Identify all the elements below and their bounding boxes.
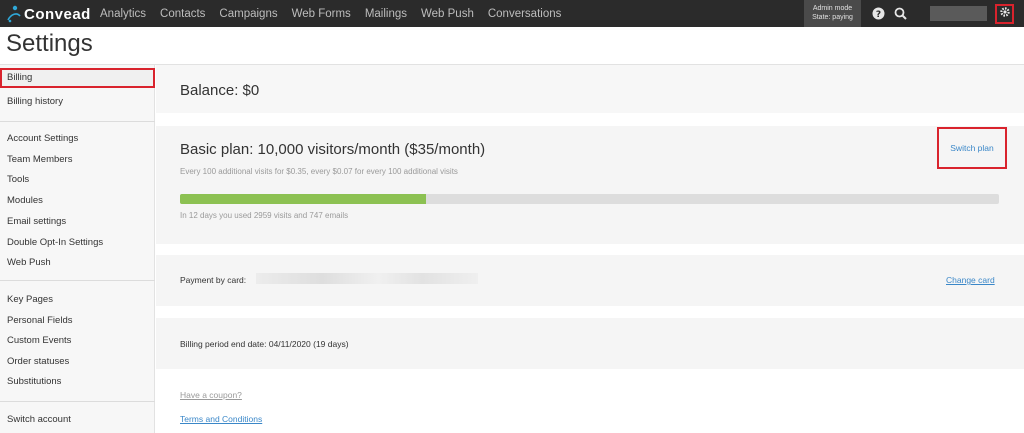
- sidebar-item-billing-history[interactable]: Billing history: [0, 92, 155, 112]
- admin-state-label: State: paying: [812, 14, 853, 21]
- plan-pricing-note: Every 100 additional visits for $0.35, e…: [180, 167, 458, 176]
- sidebar-item-tools[interactable]: Tools: [0, 170, 155, 190]
- sidebar-item-account-settings[interactable]: Account Settings: [0, 129, 155, 149]
- search-icon[interactable]: [894, 7, 907, 20]
- nav-item-web-forms[interactable]: Web Forms: [292, 8, 351, 20]
- logo-icon: [6, 4, 22, 24]
- sidebar-item-billing[interactable]: Billing: [0, 68, 155, 88]
- help-icon[interactable]: ?: [872, 7, 885, 20]
- billing-content: Balance: $0 Basic plan: 10,000 visitors/…: [156, 65, 1024, 433]
- sidebar-item-order-statuses[interactable]: Order statuses: [0, 352, 155, 372]
- nav-item-analytics[interactable]: Analytics: [100, 8, 146, 20]
- svg-text:?: ?: [876, 10, 881, 20]
- nav-item-mailings[interactable]: Mailings: [365, 8, 407, 20]
- switch-plan-highlight: Switch plan: [937, 127, 1007, 169]
- sidebar-item-personal-fields[interactable]: Personal Fields: [0, 311, 155, 331]
- sidebar-divider: [0, 280, 155, 281]
- sidebar-divider: [0, 401, 155, 402]
- have-coupon-link[interactable]: Have a coupon?: [180, 390, 242, 400]
- sidebar-item-web-push[interactable]: Web Push: [0, 253, 155, 273]
- balance-section: [156, 65, 1024, 113]
- sidebar-divider: [0, 121, 155, 122]
- plan-title: Basic plan: 10,000 visitors/month ($35/m…: [180, 141, 486, 158]
- admin-mode-label: Admin mode: [812, 5, 853, 12]
- gear-icon: [999, 5, 1011, 23]
- admin-mode-indicator[interactable]: Admin mode State: paying: [804, 0, 861, 27]
- usage-summary: In 12 days you used 2959 visits and 747 …: [180, 211, 349, 220]
- payment-card-label: Payment by card:: [180, 275, 247, 285]
- top-navigation-bar: Convead Analytics Contacts Campaigns Web…: [0, 0, 1024, 27]
- logo-text: Convead: [24, 5, 91, 23]
- sidebar-item-team-members[interactable]: Team Members: [0, 150, 155, 170]
- sidebar-item-custom-events[interactable]: Custom Events: [0, 331, 155, 351]
- nav-item-contacts[interactable]: Contacts: [160, 8, 205, 20]
- usage-progress-fill: [180, 194, 426, 204]
- logo[interactable]: Convead: [6, 3, 91, 25]
- change-card-link[interactable]: Change card: [946, 275, 995, 285]
- nav-item-campaigns[interactable]: Campaigns: [219, 8, 277, 20]
- user-account-menu[interactable]: [930, 6, 987, 21]
- usage-progress-bar: [180, 194, 999, 204]
- page-title: Settings: [6, 30, 93, 57]
- terms-and-conditions-link[interactable]: Terms and Conditions: [180, 414, 262, 424]
- sidebar-item-double-opt-in-settings[interactable]: Double Opt-In Settings: [0, 233, 155, 253]
- main-nav: Analytics Contacts Campaigns Web Forms M…: [100, 0, 575, 27]
- sidebar-item-switch-account[interactable]: Switch account: [0, 410, 155, 430]
- switch-plan-link[interactable]: Switch plan: [950, 143, 993, 153]
- nav-item-conversations[interactable]: Conversations: [488, 8, 562, 20]
- nav-item-web-push[interactable]: Web Push: [421, 8, 474, 20]
- settings-button[interactable]: [995, 4, 1014, 24]
- sidebar-item-modules[interactable]: Modules: [0, 191, 155, 211]
- settings-sidebar: Billing Billing history Account Settings…: [0, 65, 155, 433]
- billing-period-end: Billing period end date: 04/11/2020 (19 …: [180, 339, 349, 349]
- balance-text: Balance: $0: [180, 82, 260, 99]
- sidebar-item-email-settings[interactable]: Email settings: [0, 212, 155, 232]
- sidebar-item-key-pages[interactable]: Key Pages: [0, 290, 155, 310]
- card-number-redacted: [256, 273, 478, 284]
- sidebar-item-substitutions[interactable]: Substitutions: [0, 372, 155, 392]
